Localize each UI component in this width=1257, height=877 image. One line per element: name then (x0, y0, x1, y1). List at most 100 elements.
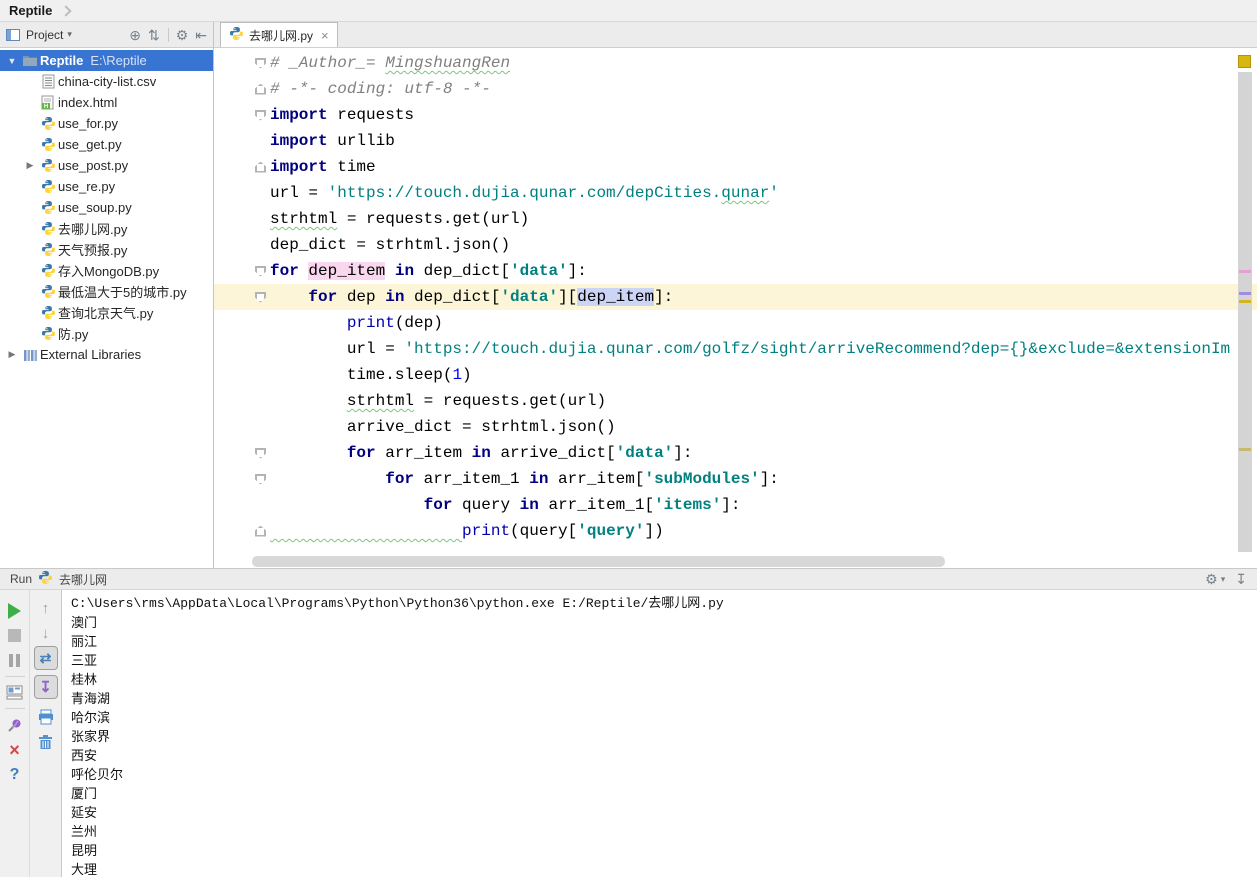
code-text: import time (270, 158, 376, 176)
console-output-line: 丽江 (71, 635, 98, 650)
code-line[interactable]: import requests (214, 102, 1257, 128)
code-line[interactable]: for arr_item_1 in arr_item['subModules']… (214, 466, 1257, 492)
project-view-selector[interactable]: Project (26, 28, 63, 42)
project-settings-gear-icon[interactable]: ⚙ (176, 28, 189, 42)
code-line[interactable]: print(query['query']) (214, 518, 1257, 544)
collapse-arrow-icon[interactable]: ▶ (22, 160, 38, 171)
fold-icon[interactable] (255, 83, 266, 95)
gutter (214, 128, 270, 154)
tree-item[interactable]: ▶ use_post.py (0, 155, 213, 176)
project-view-dropdown-icon[interactable]: ▾ (67, 29, 72, 40)
restore-layout-icon (6, 685, 23, 700)
tree-item[interactable]: use_get.py (0, 134, 213, 155)
run-settings-dropdown-icon[interactable]: ▾ (1221, 574, 1226, 585)
tree-item[interactable]: 去哪儿网.py (0, 218, 213, 239)
fold-icon[interactable] (255, 473, 266, 485)
fold-icon[interactable] (255, 525, 266, 537)
fold-icon[interactable] (255, 57, 266, 69)
tree-item[interactable]: use_for.py (0, 113, 213, 134)
soft-wrap-toggle[interactable]: ⇄ (33, 646, 58, 670)
python-file-icon (38, 570, 53, 588)
down-arrow-icon: ↓ (41, 625, 50, 642)
run-settings-gear-icon[interactable]: ⚙ (1205, 571, 1218, 588)
rerun-button[interactable] (3, 598, 27, 623)
gutter (214, 414, 270, 440)
tree-item-path: E:\Reptile (90, 53, 147, 68)
expand-arrow-icon[interactable]: ▼ (4, 56, 20, 66)
code-line[interactable]: for dep_item in dep_dict['data']: (214, 258, 1257, 284)
run-tab-label[interactable]: 去哪儿网 (59, 571, 107, 588)
console-output-line: 张家界 (71, 730, 111, 745)
tree-item[interactable]: use_re.py (0, 176, 213, 197)
gutter (214, 310, 270, 336)
tree-item-label: use_post.py (58, 158, 129, 173)
inspection-status-square[interactable] (1238, 55, 1251, 68)
run-console[interactable]: C:\Users\rms\AppData\Local\Programs\Pyth… (62, 590, 1257, 877)
soft-wrap-icon: ⇄ (39, 649, 52, 666)
code-line[interactable]: for arr_item in arrive_dict['data']: (214, 440, 1257, 466)
editor-tab[interactable]: 去哪儿网.py × (220, 22, 338, 47)
python-file-icon (38, 305, 58, 320)
code-line[interactable]: for query in arr_item_1['items']: (214, 492, 1257, 518)
tree-item-label: 防.py (58, 327, 89, 342)
gutter (214, 284, 270, 310)
code-text: for query in arr_item_1['items']: (423, 496, 741, 514)
hide-project-panel-button[interactable]: ⇤ (195, 28, 207, 42)
code-line[interactable]: # _Author_= MingshuangRen (214, 50, 1257, 76)
editor-horizontal-scrollbar[interactable] (252, 556, 945, 567)
code-line[interactable]: import time (214, 154, 1257, 180)
code-line-current[interactable]: for dep in dep_dict['data'][dep_item]: (214, 284, 1257, 310)
fold-icon[interactable] (255, 265, 266, 277)
hide-run-panel-button[interactable]: ↧ (1235, 571, 1247, 588)
locate-file-button[interactable]: ⊕ (129, 28, 141, 42)
tab-close-icon[interactable]: × (321, 28, 329, 43)
tree-item[interactable]: 防.py (0, 323, 213, 344)
project-toolwindow-icon (6, 28, 20, 41)
code-text: time.sleep(1) (270, 366, 472, 384)
play-icon (8, 602, 21, 619)
tree-item[interactable]: use_soup.py (0, 197, 213, 218)
up-stack-trace-button[interactable]: ↑ (34, 596, 58, 621)
marker-read-usage (1239, 292, 1251, 295)
tree-item[interactable]: Hindex.html (0, 92, 213, 113)
code-line[interactable]: url = 'https://touch.dujia.qunar.com/gol… (214, 336, 1257, 362)
code-line[interactable]: url = 'https://touch.dujia.qunar.com/dep… (214, 180, 1257, 206)
tree-item[interactable]: 存入MongoDB.py (0, 260, 213, 281)
code-line[interactable]: print(dep) (214, 310, 1257, 336)
clear-all-button[interactable] (34, 729, 58, 754)
editor-vertical-scrollbar[interactable] (1238, 72, 1252, 552)
stop-button[interactable] (3, 623, 27, 648)
pause-output-button[interactable] (3, 648, 27, 673)
fold-icon[interactable] (255, 447, 266, 459)
close-run-button[interactable]: × (3, 737, 27, 762)
tree-item[interactable]: ▼ Reptile E:\Reptile (0, 50, 213, 71)
tree-item[interactable]: 查询北京天气.py (0, 302, 213, 323)
print-button[interactable] (34, 704, 58, 729)
restore-layout-button[interactable] (3, 680, 27, 705)
fold-icon[interactable] (255, 291, 266, 303)
code-line[interactable]: # -*- coding: utf-8 -*- (214, 76, 1257, 102)
code-line[interactable]: time.sleep(1) (214, 362, 1257, 388)
breadcrumb-project[interactable]: Reptile (9, 3, 52, 18)
tree-item[interactable]: 天气预报.py (0, 239, 213, 260)
gutter (214, 258, 270, 284)
fold-icon[interactable] (255, 109, 266, 121)
tree-item[interactable]: china-city-list.csv (0, 71, 213, 92)
scroll-to-end-toggle[interactable]: ↧ (33, 675, 58, 699)
code-line[interactable]: strhtml = requests.get(url) (214, 388, 1257, 414)
tree-item-label: 天气预报.py (58, 243, 128, 258)
code-line[interactable]: import urllib (214, 128, 1257, 154)
pin-tab-button[interactable] (3, 712, 27, 737)
fold-icon[interactable] (255, 161, 266, 173)
code-line[interactable]: arrive_dict = strhtml.json() (214, 414, 1257, 440)
code-line[interactable]: strhtml = requests.get(url) (214, 206, 1257, 232)
tree-item[interactable]: 最低温大于5的城市.py (0, 281, 213, 302)
code-line[interactable]: dep_dict = strhtml.json() (214, 232, 1257, 258)
code-text: for dep in dep_dict['data'][dep_item]: (308, 288, 674, 306)
tree-item[interactable]: ▶ External Libraries (0, 344, 213, 365)
down-stack-trace-button[interactable]: ↓ (34, 621, 58, 646)
help-button[interactable]: ? (3, 762, 27, 787)
collapse-arrow-icon[interactable]: ▶ (4, 349, 20, 360)
collapse-all-button[interactable]: ⇅ (148, 28, 160, 42)
code-editor[interactable]: # _Author_= MingshuangRen # -*- coding: u… (214, 48, 1257, 568)
